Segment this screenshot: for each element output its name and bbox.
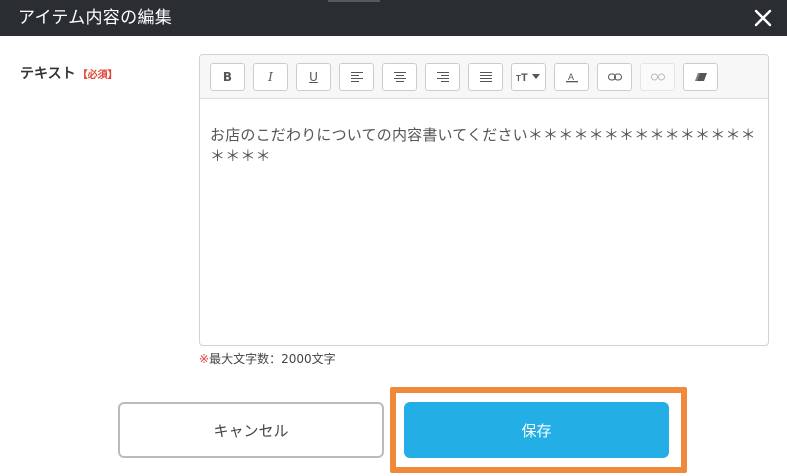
note-text: 最大文字数：2000文字	[209, 352, 336, 366]
note-mark: ※	[199, 352, 210, 366]
align-center-button[interactable]	[382, 63, 417, 91]
justify-button[interactable]	[468, 63, 503, 91]
close-icon	[754, 9, 772, 27]
italic-icon: I	[268, 70, 273, 84]
char-limit-note: ※最大文字数：2000文字	[199, 350, 336, 368]
required-badge: 【必須】	[77, 70, 118, 81]
link-icon	[607, 73, 622, 81]
eraser-icon	[694, 73, 707, 81]
cancel-button[interactable]: キャンセル	[118, 402, 384, 458]
clear-format-button[interactable]	[683, 63, 718, 91]
font-color-button[interactable]: A	[554, 63, 589, 91]
unlink-icon	[650, 73, 665, 81]
save-button[interactable]: 保存	[404, 402, 669, 458]
font-size-icon: T T	[516, 72, 540, 83]
italic-button[interactable]: I	[253, 63, 288, 91]
editor-toolbar: B I U T T A	[200, 55, 768, 99]
svg-text:A: A	[568, 72, 574, 82]
align-left-icon	[350, 72, 363, 82]
rich-text-editor[interactable]: B I U T T A お店のこだわりについての内容書いてください＊＊＊＊＊＊＊…	[199, 54, 769, 346]
svg-text:T: T	[521, 72, 528, 83]
bold-button[interactable]: B	[210, 63, 245, 91]
field-label-text: テキスト	[20, 66, 76, 82]
field-label: テキスト 【必須】	[20, 63, 118, 87]
font-size-dropdown[interactable]: T T	[511, 63, 546, 91]
link-button[interactable]	[597, 63, 632, 91]
editor-content[interactable]: お店のこだわりについての内容書いてください＊＊＊＊＊＊＊＊＊＊＊＊＊＊＊＊＊＊＊	[210, 125, 758, 167]
dialog-header: アイテム内容の編集	[0, 0, 787, 36]
bold-icon: B	[222, 70, 233, 84]
unlink-button[interactable]	[640, 63, 675, 91]
dialog-title: アイテム内容の編集	[18, 8, 172, 28]
align-left-button[interactable]	[339, 63, 374, 91]
header-tab-indicator	[328, 0, 380, 2]
underline-icon: U	[309, 70, 318, 84]
align-right-icon	[436, 72, 449, 82]
underline-button[interactable]: U	[296, 63, 331, 91]
align-right-button[interactable]	[425, 63, 460, 91]
close-button[interactable]	[753, 8, 773, 28]
justify-icon	[479, 72, 492, 82]
font-color-icon: A	[565, 72, 578, 83]
align-center-icon	[393, 72, 406, 82]
